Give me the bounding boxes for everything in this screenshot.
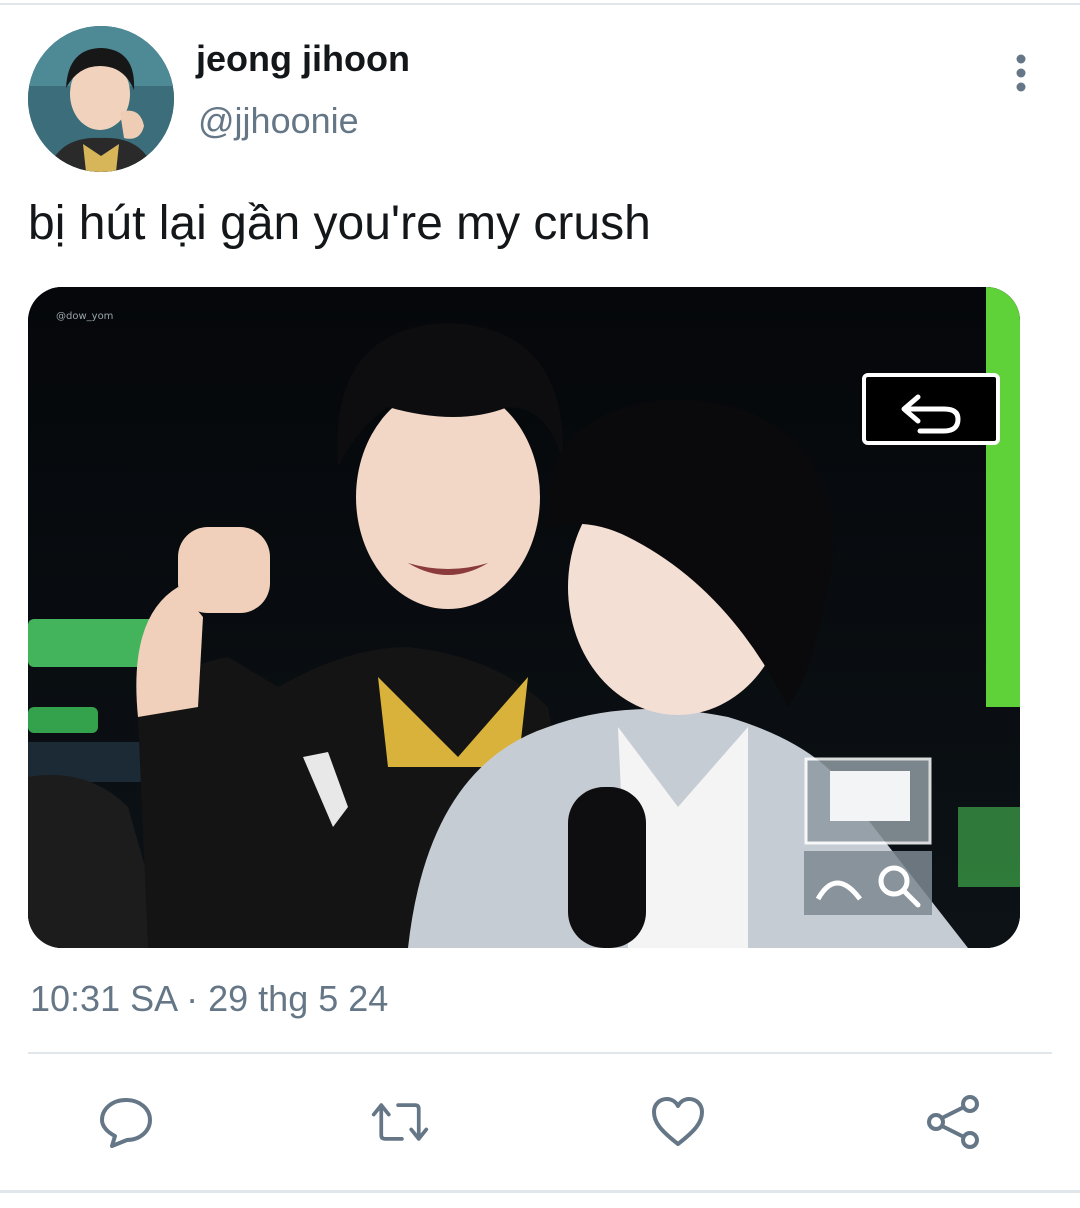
reply-bubble-icon [100, 1098, 152, 1148]
tweet-text: bị hút lại gần you're my crush [28, 197, 651, 250]
tweet-media[interactable]: @dow_yom [28, 287, 1020, 948]
window-icon[interactable] [804, 757, 932, 845]
timestamp[interactable]: 10:31 SA · 29 thg 5 24 [30, 978, 388, 1020]
retweet-icon [371, 1103, 429, 1141]
reply-button[interactable] [96, 1094, 156, 1150]
like-button[interactable] [648, 1094, 708, 1150]
retweet-button[interactable] [370, 1094, 430, 1150]
zoom-icon[interactable] [804, 851, 932, 915]
top-divider [0, 3, 1080, 5]
handle[interactable]: @jjhoonie [198, 100, 359, 142]
share-button[interactable] [924, 1094, 984, 1150]
avatar-image [28, 26, 174, 172]
heart-icon [652, 1097, 704, 1146]
share-icon [927, 1095, 979, 1149]
display-name[interactable]: jeong jihoon [196, 38, 410, 80]
more-vertical-icon[interactable] [1005, 52, 1037, 96]
footer-divider [0, 1190, 1080, 1193]
media-photo: @dow_yom [28, 287, 1020, 948]
undo-arrow-icon[interactable] [862, 373, 1000, 445]
media-watermark: @dow_yom [56, 311, 113, 322]
avatar[interactable] [28, 26, 174, 172]
actions-divider [28, 1052, 1052, 1054]
